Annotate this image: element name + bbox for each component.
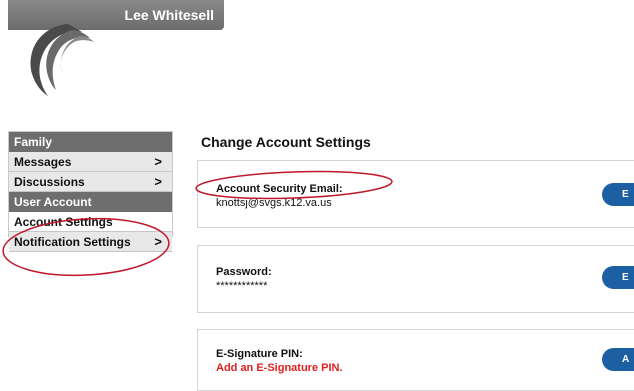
sidebar-header-user-account: User Account	[9, 192, 172, 212]
sidebar-item-label: Messages	[14, 155, 72, 169]
chevron-right-icon: >	[154, 174, 162, 189]
user-name: Lee Whitesell	[124, 7, 214, 23]
sidebar-item-label: Account Settings	[14, 215, 113, 229]
logo-icon	[30, 24, 94, 96]
sidebar-header-family: Family	[9, 132, 172, 152]
security-email-card: Account Security Email: knottsj@svgs.k12…	[197, 160, 634, 228]
chevron-right-icon: >	[154, 234, 162, 249]
chevron-right-icon: >	[154, 154, 162, 169]
security-email-label: Account Security Email:	[216, 183, 343, 195]
esignature-pin-card: E-Signature PIN: Add an E-Signature PIN.…	[197, 329, 634, 391]
sidebar-header-label: User Account	[14, 195, 92, 209]
page-title: Change Account Settings	[201, 134, 371, 150]
sidebar-item-discussions[interactable]: Discussions >	[9, 172, 172, 192]
edit-password-button[interactable]: E	[602, 266, 634, 289]
add-pin-button[interactable]: A	[602, 348, 634, 371]
sidebar-item-label: Discussions	[14, 175, 85, 189]
esignature-pin-label: E-Signature PIN:	[216, 348, 303, 360]
edit-email-button[interactable]: E	[602, 183, 634, 206]
security-email-value: knottsj@svgs.k12.va.us	[216, 197, 332, 209]
sidebar-item-notification-settings[interactable]: Notification Settings >	[9, 232, 172, 252]
password-card: Password: ************ E	[197, 245, 634, 313]
sidebar: Family Messages > Discussions > User Acc…	[8, 131, 173, 252]
sidebar-item-label: Notification Settings	[14, 235, 131, 249]
sidebar-header-label: Family	[14, 135, 53, 149]
sidebar-item-account-settings[interactable]: Account Settings	[9, 212, 172, 232]
sidebar-item-messages[interactable]: Messages >	[9, 152, 172, 172]
add-esignature-pin-link[interactable]: Add an E-Signature PIN.	[216, 362, 343, 374]
password-value: ************	[216, 280, 268, 292]
password-label: Password:	[216, 266, 272, 278]
